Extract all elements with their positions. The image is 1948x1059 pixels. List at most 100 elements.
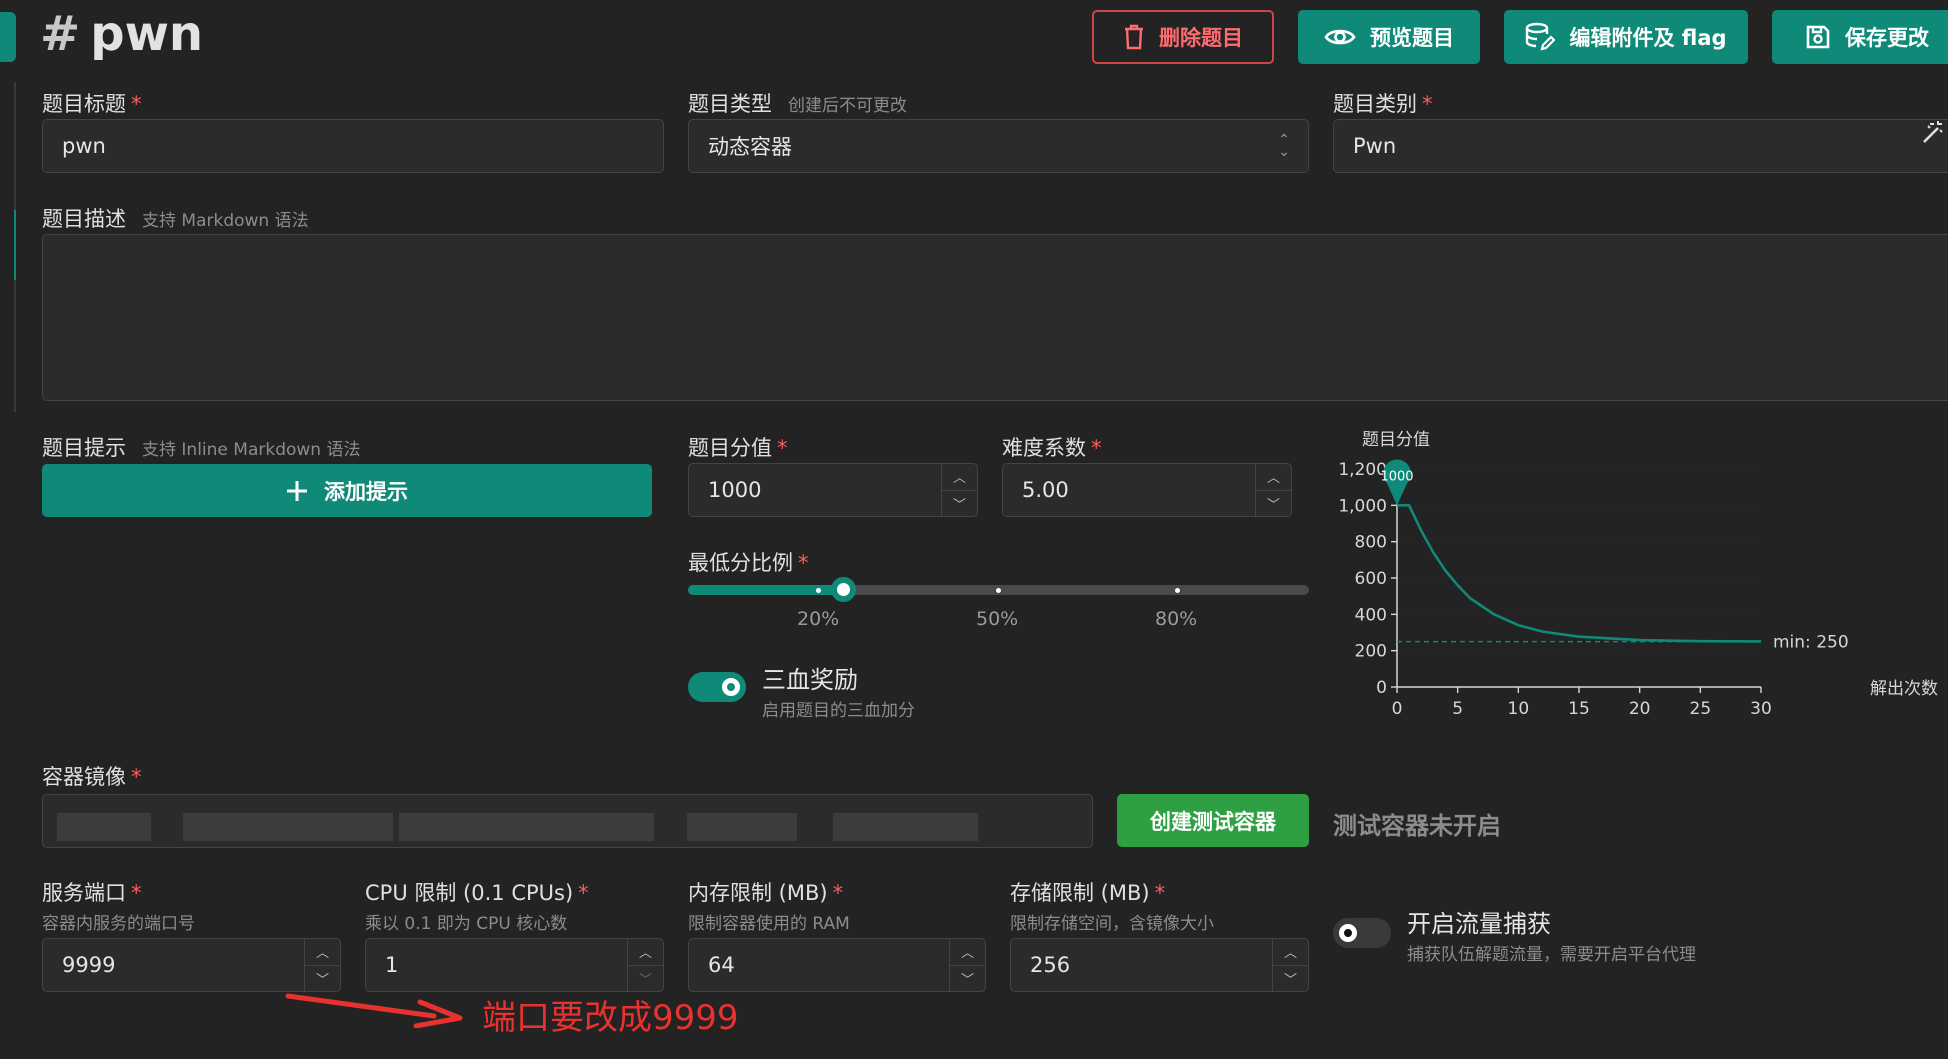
chevron-up-icon[interactable]: ︿ [1256, 464, 1291, 491]
x-tick-label: 20 [1629, 699, 1651, 719]
storage-input[interactable]: 256 ︿ ﹀ [1010, 938, 1309, 992]
title-input[interactable]: pwn [42, 119, 664, 173]
min-score-label: min: 250 [1773, 633, 1849, 653]
create-test-container-button[interactable]: 创建测试容器 [1117, 794, 1309, 847]
chevron-up-icon[interactable]: ︿ [942, 464, 977, 491]
save-label: 保存更改 [1845, 26, 1929, 50]
memory-input[interactable]: 64 ︿ ﹀ [688, 938, 986, 992]
annotation-text: 端口要改成9999 [482, 998, 739, 1038]
chevron-down-icon[interactable]: ﹀ [942, 491, 977, 517]
image-label-text: 容器镜像 [42, 765, 126, 789]
category-field-label: 题目类别 * [1333, 88, 1433, 118]
required-mark: * [1422, 92, 1433, 116]
redacted-text [687, 813, 797, 841]
traffic-capture-toggle[interactable] [1333, 918, 1391, 948]
category-select[interactable]: Pwn [1333, 119, 1948, 173]
eye-icon [1324, 29, 1356, 45]
chart-axes: 02004006008001,0001,2000 5 10 15 20 25 30 [1338, 460, 1771, 719]
side-divider-highlight [14, 210, 16, 280]
challenge-editor: # pwn 删除题目 预览题目 编辑附件及 flag 保存更改 题目标题 * p… [0, 0, 1948, 1059]
chevron-updown-icon: ⌃ ⌄ [1278, 132, 1290, 160]
type-select[interactable]: 动态容器 ⌃ ⌄ [688, 119, 1309, 173]
title-hash: # [40, 6, 81, 62]
add-hint-label: 添加提示 [324, 479, 408, 504]
chevron-up-icon[interactable]: ︿ [628, 939, 663, 966]
y-tick-label: 800 [1355, 533, 1387, 553]
test-container-status: 测试容器未开启 [1333, 812, 1501, 840]
category-select-value: Pwn [1353, 134, 1397, 158]
score-field-label: 题目分值 * [688, 432, 788, 462]
x-tick-label: 10 [1508, 699, 1530, 719]
chart-title: 题目分值 [1362, 430, 1430, 450]
memory-field-label: 内存限制 (MB) * [688, 877, 843, 907]
score-curve-chart: 题目分值 02004006008001,0001,2000 5 10 15 20 25 30… [1338, 430, 1938, 719]
description-label-text: 题目描述 [42, 207, 126, 231]
save-changes-button[interactable]: 保存更改 [1772, 10, 1948, 64]
required-mark: * [131, 92, 142, 116]
required-mark: * [1091, 436, 1102, 460]
blood-bonus-title: 三血奖励 [762, 666, 858, 694]
page-title: # pwn [40, 6, 203, 62]
blood-bonus-toggle[interactable] [688, 672, 746, 702]
required-mark: * [131, 765, 142, 789]
attachments-label: 编辑附件及 flag [1569, 26, 1727, 50]
title-input-value: pwn [62, 134, 106, 158]
difficulty-stepper[interactable]: ︿ ﹀ [1255, 464, 1291, 516]
y-tick-label: 1,000 [1338, 496, 1387, 516]
chevron-up-icon[interactable]: ︿ [1273, 939, 1308, 966]
delete-challenge-button[interactable]: 删除题目 [1092, 10, 1274, 64]
type-select-value: 动态容器 [708, 135, 792, 159]
x-tick-label: 30 [1750, 699, 1772, 719]
category-label-text: 题目类别 [1333, 92, 1417, 116]
image-field-label: 容器镜像 * [42, 761, 142, 791]
redacted-text [183, 813, 393, 841]
score-stepper[interactable]: ︿ ﹀ [941, 464, 977, 516]
trash-icon [1125, 24, 1143, 50]
create-test-label: 创建测试容器 [1150, 809, 1276, 834]
x-tick-label: 25 [1690, 699, 1712, 719]
sidebar-tab[interactable] [0, 12, 16, 62]
min-ratio-slider[interactable] [688, 577, 1309, 602]
memory-sub: 限制容器使用的 RAM [688, 914, 850, 934]
slider-mark-50: 50% [976, 608, 1019, 630]
cpu-stepper[interactable]: ︿ ﹀ [627, 939, 663, 991]
memory-stepper[interactable]: ︿ ﹀ [949, 939, 985, 991]
chevron-down-icon[interactable]: ﹀ [1256, 491, 1291, 517]
chevron-down-icon[interactable]: ﹀ [628, 966, 663, 992]
type-field-label: 题目类型 创建后不可更改 [688, 88, 907, 118]
slider-handle[interactable] [831, 577, 856, 602]
y-tick-label: 600 [1355, 569, 1387, 589]
storage-label-text: 存储限制 (MB) [1010, 881, 1150, 905]
preview-challenge-button[interactable]: 预览题目 [1298, 10, 1480, 64]
min-ratio-label-text: 最低分比例 [688, 551, 793, 575]
min-ratio-field-label: 最低分比例 * [688, 547, 809, 577]
score-input[interactable]: 1000 ︿ ﹀ [688, 463, 978, 517]
slider-step-dot [816, 588, 821, 593]
type-label-text: 题目类型 [688, 92, 772, 116]
score-decay-line [1397, 504, 1762, 643]
redacted-text [833, 813, 978, 841]
difficulty-input[interactable]: 5.00 ︿ ﹀ [1002, 463, 1292, 517]
container-image-input[interactable] [42, 794, 1093, 848]
storage-input-value: 256 [1030, 953, 1071, 977]
edit-attachments-flag-button[interactable]: 编辑附件及 flag [1504, 10, 1748, 64]
y-tick-label: 200 [1355, 642, 1387, 662]
required-mark: * [798, 551, 809, 575]
chevron-up-icon[interactable]: ︿ [305, 939, 340, 966]
chevron-down-icon[interactable]: ﹀ [950, 966, 985, 992]
chevron-up-icon[interactable]: ︿ [950, 939, 985, 966]
magic-wand-icon[interactable] [1918, 118, 1946, 146]
port-sub: 容器内服务的端口号 [42, 914, 195, 934]
description-textarea[interactable] [42, 234, 1948, 401]
port-stepper[interactable]: ︿ ﹀ [304, 939, 340, 991]
y-tick-label: 400 [1355, 605, 1387, 625]
red-arrow-annotation [285, 993, 463, 1028]
chevron-down-icon[interactable]: ﹀ [1273, 966, 1308, 992]
toggle-knob [1339, 924, 1357, 942]
add-hint-button[interactable]: 添加提示 [42, 464, 652, 517]
cpu-input[interactable]: 1 ︿ ﹀ [365, 938, 664, 992]
port-input[interactable]: 9999 ︿ ﹀ [42, 938, 341, 992]
cpu-field-label: CPU 限制 (0.1 CPUs) * [365, 877, 589, 907]
storage-stepper[interactable]: ︿ ﹀ [1272, 939, 1308, 991]
x-tick-label: 5 [1452, 699, 1463, 719]
